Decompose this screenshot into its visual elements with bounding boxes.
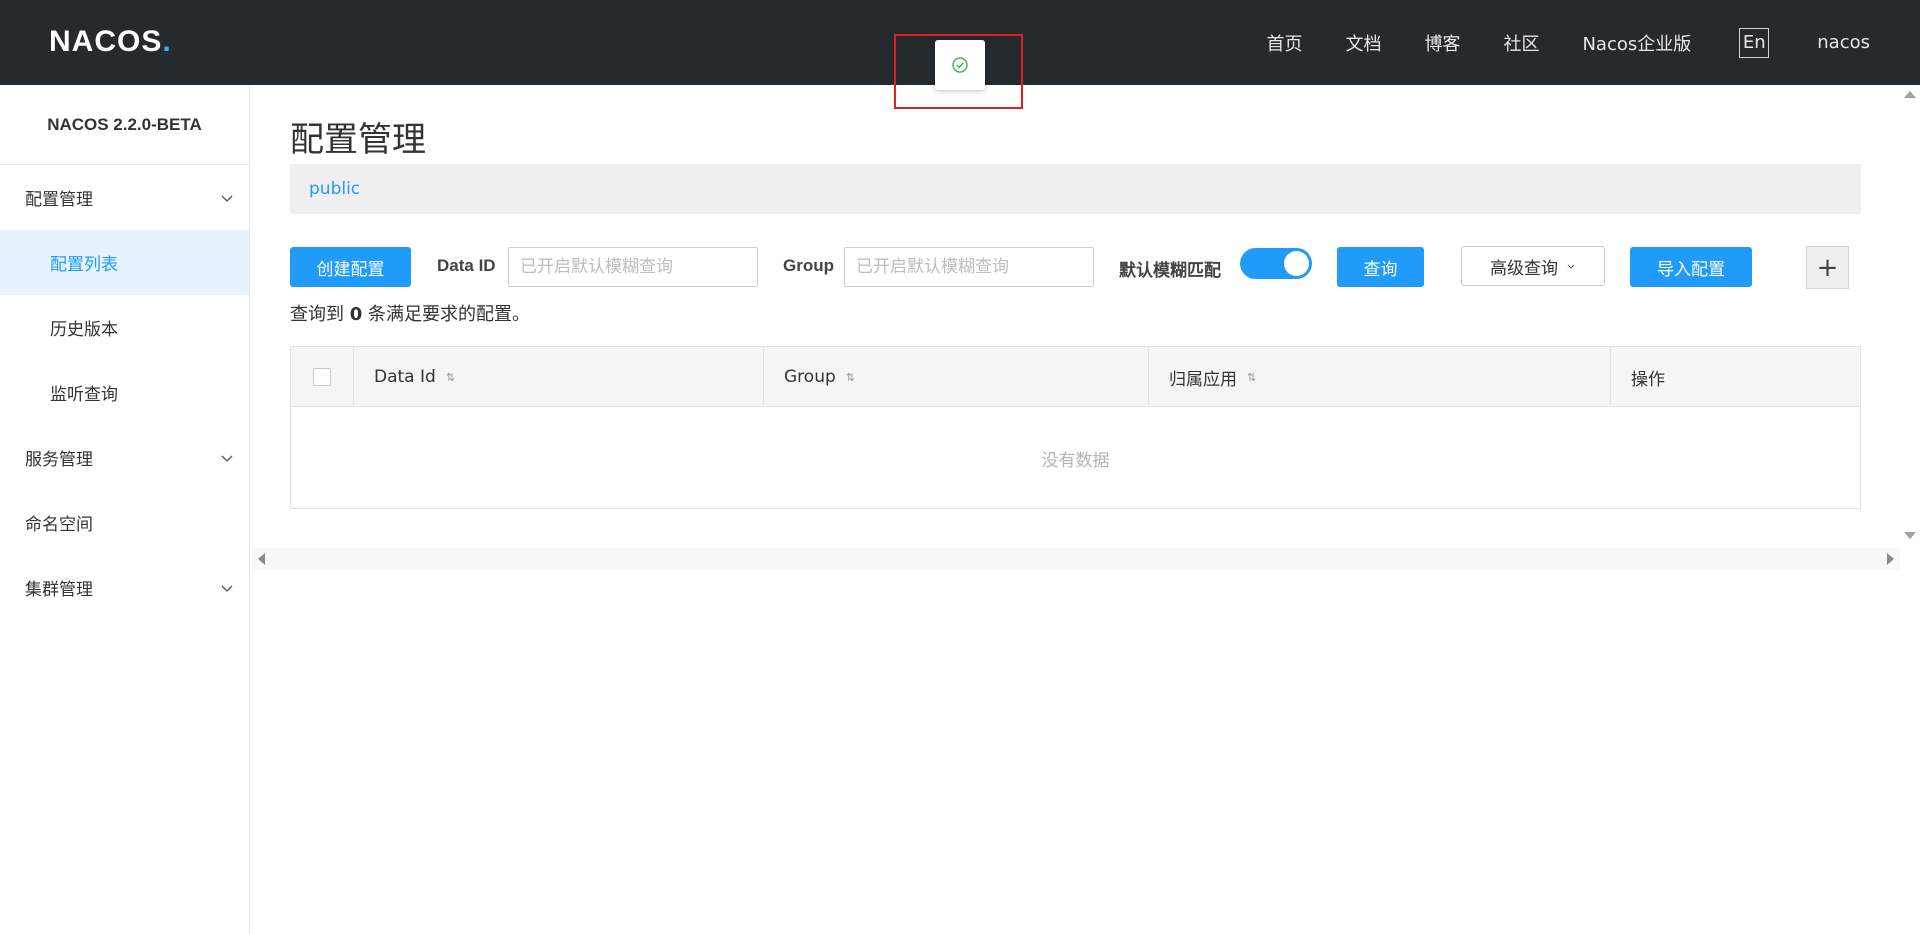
- config-table: Data Id ⇅ Group ⇅ 归属应用 ⇅ 操作 没有数据: [290, 346, 1861, 509]
- select-all-checkbox[interactable]: [313, 368, 331, 386]
- group-input[interactable]: [844, 247, 1094, 287]
- logo-dot: .: [162, 25, 172, 58]
- top-nav: 首页 文档 博客 社区 Nacos企业版 En nacos: [1223, 0, 1870, 85]
- result-prefix: 查询到: [290, 304, 344, 325]
- sort-icon[interactable]: ⇅: [446, 371, 455, 384]
- advanced-query-label: 高级查询: [1490, 258, 1558, 279]
- language-toggle-button[interactable]: En: [1739, 27, 1770, 58]
- sidebar: NACOS 2.2.0-BETA 配置管理 配置列表 历史版本 监听查询 服务管…: [0, 85, 250, 934]
- sidebar-item-history[interactable]: 历史版本: [0, 295, 249, 360]
- import-config-button[interactable]: 导入配置: [1630, 247, 1752, 287]
- fuzzy-match-toggle[interactable]: [1240, 248, 1312, 279]
- chevron-down-icon: [221, 585, 233, 592]
- query-button[interactable]: 查询: [1337, 247, 1424, 287]
- nacos-logo[interactable]: NACOS.: [49, 25, 172, 59]
- column-label: 操作: [1631, 369, 1665, 390]
- nav-blog[interactable]: 博客: [1424, 30, 1460, 56]
- column-label: 归属应用: [1169, 369, 1237, 390]
- column-label: Data Id: [374, 367, 436, 387]
- sidebar-group-label: 配置管理: [25, 190, 93, 210]
- sidebar-group-label: 命名空间: [25, 515, 93, 535]
- toggle-knob: [1284, 251, 1309, 276]
- sidebar-group-config[interactable]: 配置管理: [0, 165, 249, 230]
- version-label: NACOS 2.2.0-BETA: [0, 85, 249, 165]
- sort-icon[interactable]: ⇅: [1247, 371, 1256, 384]
- column-header-data-id[interactable]: Data Id ⇅: [354, 347, 764, 407]
- chevron-down-icon: [221, 195, 233, 202]
- plus-button[interactable]: +: [1806, 246, 1849, 289]
- column-label: Group: [784, 367, 836, 387]
- select-all-cell: [291, 347, 354, 407]
- column-header-app[interactable]: 归属应用 ⇅: [1149, 347, 1611, 407]
- result-count: 0: [349, 304, 363, 325]
- logo-text: NACOS: [49, 25, 163, 58]
- success-toast: [935, 40, 985, 90]
- column-header-actions: 操作: [1611, 347, 1860, 407]
- sidebar-group-cluster[interactable]: 集群管理: [0, 555, 249, 620]
- chevron-down-icon: [221, 455, 233, 462]
- check-circle-icon: [952, 57, 968, 73]
- create-config-button[interactable]: 创建配置: [290, 247, 411, 287]
- scroll-right-arrow-icon[interactable]: [1887, 553, 1894, 565]
- page-title: 配置管理: [290, 120, 426, 160]
- sidebar-group-label: 服务管理: [25, 450, 93, 470]
- nav-docs[interactable]: 文档: [1345, 30, 1381, 56]
- scroll-left-arrow-icon[interactable]: [258, 553, 265, 565]
- scroll-down-arrow-icon[interactable]: [1904, 532, 1916, 539]
- sidebar-group-label: 集群管理: [25, 580, 93, 600]
- nav-enterprise[interactable]: Nacos企业版: [1582, 30, 1691, 56]
- fuzzy-match-label: 默认模糊匹配: [1119, 261, 1221, 280]
- sidebar-item-namespace[interactable]: 命名空间: [0, 490, 249, 555]
- data-id-input[interactable]: [508, 247, 758, 287]
- advanced-query-button[interactable]: 高级查询: [1461, 246, 1605, 286]
- data-id-label: Data ID: [437, 256, 496, 275]
- result-suffix: 条满足要求的配置。: [368, 304, 530, 325]
- scroll-up-arrow-icon[interactable]: [1904, 91, 1916, 98]
- empty-state: 没有数据: [1041, 450, 1110, 471]
- user-menu[interactable]: nacos: [1817, 32, 1870, 53]
- namespace-link-public[interactable]: public: [309, 179, 360, 199]
- sidebar-group-service[interactable]: 服务管理: [0, 425, 249, 490]
- sort-icon[interactable]: ⇅: [846, 371, 855, 384]
- group-label: Group: [783, 256, 834, 275]
- horizontal-scrollbar[interactable]: [252, 548, 1900, 570]
- nav-community[interactable]: 社区: [1503, 30, 1539, 56]
- chevron-down-icon: [1567, 264, 1575, 269]
- sidebar-item-listener[interactable]: 监听查询: [0, 360, 249, 425]
- result-summary: 查询到 0 条满足要求的配置。: [290, 300, 530, 326]
- column-header-group[interactable]: Group ⇅: [764, 347, 1149, 407]
- sidebar-item-config-list[interactable]: 配置列表: [0, 230, 249, 295]
- nav-home[interactable]: 首页: [1266, 30, 1302, 56]
- namespace-bar: public: [290, 164, 1861, 214]
- table-header: Data Id ⇅ Group ⇅ 归属应用 ⇅ 操作: [291, 347, 1860, 407]
